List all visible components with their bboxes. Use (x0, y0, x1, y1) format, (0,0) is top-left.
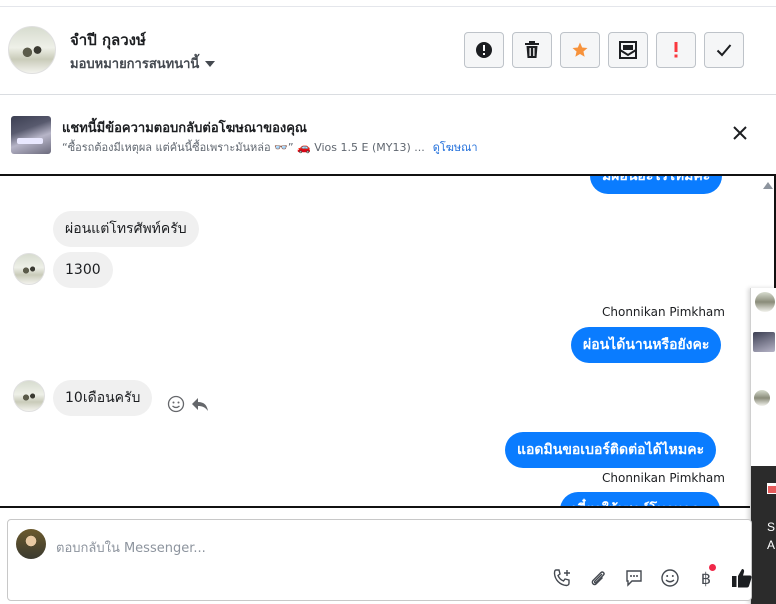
assign-conversation-dropdown[interactable]: มอบหมายการสนทนานี้ (70, 53, 216, 74)
chat-dots-icon (626, 570, 642, 587)
side-ad-thumbnail[interactable] (753, 332, 775, 352)
follow-up-button[interactable] (656, 32, 696, 68)
caret-down-icon (205, 60, 216, 67)
payment-button[interactable]: ฿ (695, 564, 717, 589)
saved-replies-button[interactable] (623, 567, 645, 589)
message-bubble-outgoing[interactable]: ผ่อนได้นานหรือยังคะ (571, 327, 722, 363)
ad-banner-title: แชทนี้มีข้อความตอบกลับต่อโฆษณาของคุณ (62, 121, 307, 136)
message-bubble-incoming[interactable]: 1300 (53, 252, 113, 288)
ad-reply-banner: แชทนี้มีข้อความตอบกลับต่อโฆษณาของคุณ “ซื… (0, 96, 776, 174)
delete-button[interactable] (512, 32, 552, 68)
reply-composer: ตอบกลับใน Messenger... ฿ (7, 519, 752, 601)
message-thread[interactable]: มีผ่อนอะไรไหมคะ ผ่อนแต่โทรศัพท์ครับ 1300… (0, 174, 776, 508)
ad-thumbnail[interactable] (11, 116, 51, 154)
message-bubble-incoming[interactable]: 10เดือนครับ (53, 380, 153, 416)
sender-avatar (13, 380, 45, 412)
contact-name[interactable]: จำปี กุลวงษ์ (70, 28, 146, 52)
side-dark-panel[interactable]: S A (751, 466, 776, 604)
reply-input[interactable]: ตอบกลับใน Messenger... (56, 537, 206, 558)
assign-label: มอบหมายการสนทนานี้ (70, 57, 200, 72)
star-icon (572, 42, 588, 57)
calendar-icon (767, 483, 776, 494)
contact-avatar[interactable] (8, 26, 56, 74)
mark-unread-icon (619, 41, 637, 59)
sender-name: Chonnikan Pimkham (602, 471, 725, 485)
add-call-button[interactable] (551, 567, 573, 589)
reply-arrow-icon[interactable] (191, 395, 209, 413)
like-button[interactable] (731, 567, 753, 589)
star-button[interactable] (560, 32, 600, 68)
emoji-button[interactable] (659, 567, 681, 589)
side-text-1: S (767, 520, 776, 534)
thumbs-up-icon (732, 569, 752, 588)
trash-icon (525, 41, 539, 58)
phone-plus-icon (553, 569, 570, 587)
attach-file-button[interactable] (587, 567, 609, 589)
message-bubble-outgoing[interactable]: เดี๋ยวให้เซลล์โทรหาคะ (560, 492, 720, 506)
exclamation-icon (674, 42, 678, 58)
side-avatar[interactable] (755, 292, 775, 312)
done-button[interactable] (704, 32, 744, 68)
message-bubble-outgoing[interactable]: มีผ่อนอะไรไหมคะ (590, 176, 723, 194)
side-panel[interactable]: S A (750, 288, 776, 604)
baht-icon: ฿ (700, 568, 712, 588)
check-icon (716, 44, 732, 57)
smiley-icon (661, 569, 679, 587)
smiley-react-icon[interactable] (167, 395, 185, 413)
composer-tools: ฿ (551, 564, 753, 589)
ad-snippet: “ซื้อรถต้องมีเหตุผล แต่คันนี้ซื้อเพราะมั… (62, 141, 425, 154)
header-actions (464, 32, 744, 68)
conversation-header: จำปี กุลวงษ์ มอบหมายการสนทนานี้ (0, 7, 776, 95)
side-avatar-small[interactable] (754, 390, 770, 406)
my-avatar (16, 529, 46, 559)
message-bubble-incoming[interactable]: ผ่อนแต่โทรศัพท์ครับ (53, 211, 199, 247)
notification-dot (709, 564, 716, 571)
scroll-up-arrow-icon[interactable] (763, 182, 773, 189)
sender-avatar (13, 253, 45, 285)
close-icon[interactable] (732, 125, 748, 141)
view-ad-link[interactable]: ดูโฆษณา (433, 141, 478, 154)
message-bubble-outgoing[interactable]: แอดมินขอเบอร์ติดต่อได้ไหมคะ (505, 432, 717, 468)
mark-unread-button[interactable] (608, 32, 648, 68)
paperclip-icon (591, 571, 605, 586)
alert-circle-icon (476, 42, 492, 58)
side-text-2: A (767, 538, 776, 552)
sender-name: Chonnikan Pimkham (602, 305, 725, 319)
spam-button[interactable] (464, 32, 504, 68)
ad-snippet-line: “ซื้อรถต้องมีเหตุผล แต่คันนี้ซื้อเพราะมั… (62, 138, 478, 156)
